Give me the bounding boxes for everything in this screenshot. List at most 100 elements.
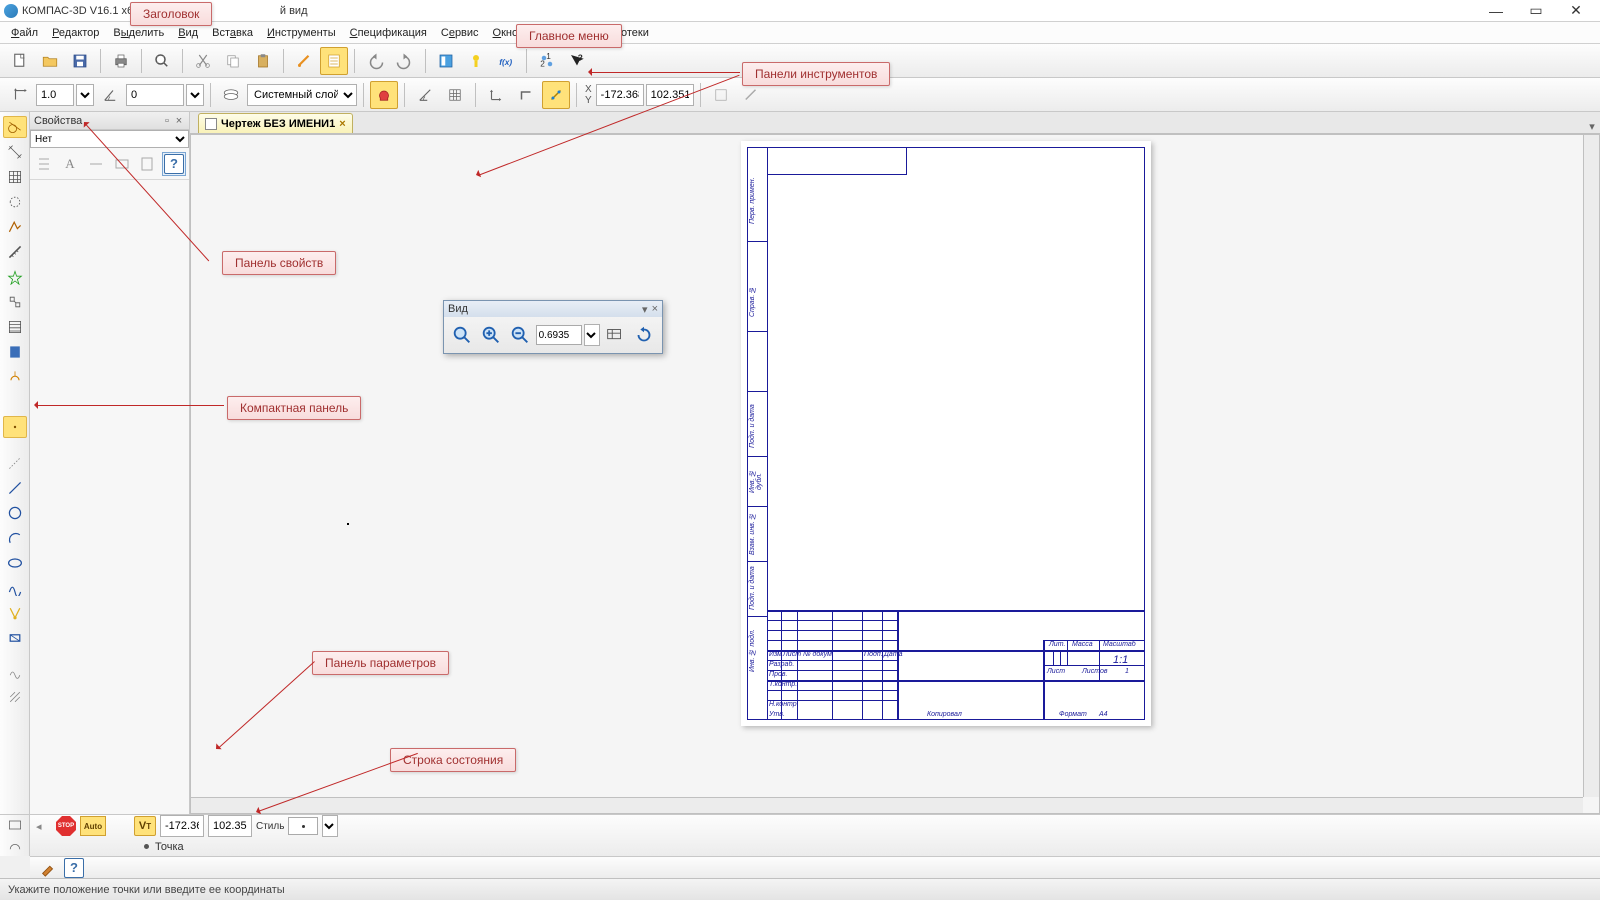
tab-close-icon[interactable]: × bbox=[339, 118, 345, 130]
new-button[interactable] bbox=[6, 47, 34, 75]
spline-tool[interactable] bbox=[3, 577, 27, 599]
angle-step-button[interactable] bbox=[96, 81, 124, 109]
cut-button[interactable] bbox=[189, 47, 217, 75]
minimize-button[interactable]: — bbox=[1476, 1, 1516, 21]
geometry-group[interactable] bbox=[3, 116, 27, 138]
view-panel-menu[interactable]: ▾ bbox=[642, 303, 648, 316]
zoom-out-button[interactable] bbox=[506, 321, 533, 349]
menu-spec[interactable]: Спецификация bbox=[343, 25, 434, 41]
style-select[interactable]: Нет bbox=[30, 130, 189, 148]
rect-tool[interactable] bbox=[3, 627, 27, 649]
fillet-tool[interactable] bbox=[3, 602, 27, 624]
filter4-button[interactable] bbox=[136, 152, 160, 176]
menu-view[interactable]: Вид bbox=[171, 25, 205, 41]
auto-button[interactable]: Auto bbox=[80, 816, 106, 836]
redraw-button[interactable] bbox=[631, 321, 658, 349]
angle-dropdown[interactable] bbox=[186, 84, 204, 106]
view-panel[interactable]: Вид ▾ × bbox=[443, 300, 663, 354]
insert-group[interactable] bbox=[3, 366, 27, 388]
collect-tool[interactable] bbox=[3, 661, 27, 683]
drawing-canvas[interactable]: Перв. примен. Справ. № Подп. и дата Инв.… bbox=[190, 134, 1600, 814]
angle-input[interactable] bbox=[126, 84, 184, 106]
tab-menu-button[interactable]: ▾ bbox=[1584, 120, 1600, 133]
spec-group[interactable] bbox=[3, 316, 27, 338]
view-panel-close[interactable]: × bbox=[652, 303, 658, 315]
document-tab[interactable]: Чертеж БЕЗ ИМЕНИ1 × bbox=[198, 113, 353, 133]
fx-button[interactable]: f(x) bbox=[492, 47, 520, 75]
report-button[interactable]: 12 bbox=[533, 47, 561, 75]
doc-props-button[interactable] bbox=[320, 47, 348, 75]
properties-close[interactable]: × bbox=[173, 115, 185, 127]
menu-file[interactable]: Файл bbox=[4, 25, 45, 41]
symbols-group[interactable] bbox=[3, 166, 27, 188]
bl-rect-tool[interactable] bbox=[3, 815, 27, 835]
close-button[interactable]: ✕ bbox=[1556, 1, 1596, 21]
zoom-in-button[interactable] bbox=[477, 321, 504, 349]
hatch-tool[interactable] bbox=[3, 686, 27, 708]
layer-select[interactable]: Системный слой (0) bbox=[247, 84, 357, 106]
line-tool[interactable] bbox=[3, 477, 27, 499]
copy-button[interactable] bbox=[219, 47, 247, 75]
stop-button[interactable]: STOP bbox=[56, 816, 76, 836]
redo-button[interactable] bbox=[391, 47, 419, 75]
undo-button[interactable] bbox=[361, 47, 389, 75]
style-dropdown[interactable] bbox=[322, 815, 338, 837]
dimensions-group[interactable] bbox=[3, 141, 27, 163]
reports-group[interactable] bbox=[3, 341, 27, 363]
select-group[interactable] bbox=[3, 266, 27, 288]
zoom-input[interactable] bbox=[536, 325, 582, 345]
text-button[interactable]: A bbox=[58, 152, 82, 176]
measure-group[interactable] bbox=[3, 241, 27, 263]
arc-tool[interactable] bbox=[3, 527, 27, 549]
help-button-2[interactable]: ? bbox=[64, 858, 84, 878]
menu-tools[interactable]: Инструменты bbox=[260, 25, 343, 41]
manager-button[interactable] bbox=[432, 47, 460, 75]
param-x-input[interactable] bbox=[160, 815, 204, 837]
circle-tool[interactable] bbox=[3, 502, 27, 524]
local-cs-button[interactable] bbox=[482, 81, 510, 109]
menu-insert[interactable]: Вставка bbox=[205, 25, 260, 41]
coord-x-input[interactable] bbox=[596, 84, 644, 106]
step-input[interactable] bbox=[36, 84, 74, 106]
maximize-button[interactable]: ▭ bbox=[1516, 1, 1556, 21]
menu-service[interactable]: Сервис bbox=[434, 25, 486, 41]
aux-line-tool[interactable] bbox=[3, 452, 27, 474]
param-prev[interactable]: ◂ bbox=[36, 820, 52, 833]
assoc-group[interactable] bbox=[3, 291, 27, 313]
snap-toggle[interactable] bbox=[370, 81, 398, 109]
ellipse-tool[interactable] bbox=[3, 552, 27, 574]
variables-button[interactable] bbox=[462, 47, 490, 75]
bl-arc-tool[interactable] bbox=[3, 837, 27, 857]
pin-icon[interactable]: ▫ bbox=[161, 115, 173, 127]
edit-group[interactable] bbox=[3, 191, 27, 213]
style-swatch[interactable] bbox=[288, 817, 318, 835]
zoom-dropdown[interactable] bbox=[584, 324, 600, 346]
snap-step-button[interactable] bbox=[6, 81, 34, 109]
coord-lock[interactable]: VT bbox=[134, 816, 156, 836]
help-button[interactable]: ? bbox=[162, 152, 186, 176]
params-group[interactable] bbox=[3, 216, 27, 238]
vertical-scrollbar[interactable] bbox=[1583, 135, 1599, 797]
round-button[interactable] bbox=[542, 81, 570, 109]
save-button[interactable] bbox=[66, 47, 94, 75]
point-tool[interactable] bbox=[3, 416, 27, 438]
filter2-button[interactable] bbox=[84, 152, 108, 176]
properties-button[interactable] bbox=[290, 47, 318, 75]
brush-button[interactable] bbox=[36, 858, 60, 878]
ortho-button[interactable] bbox=[411, 81, 439, 109]
zoom-window-button[interactable] bbox=[602, 321, 629, 349]
layer-icon[interactable] bbox=[217, 81, 245, 109]
param-y-input[interactable] bbox=[208, 815, 252, 837]
print-button[interactable] bbox=[107, 47, 135, 75]
open-button[interactable] bbox=[36, 47, 64, 75]
filter1-button[interactable] bbox=[32, 152, 56, 176]
menu-select[interactable]: Выделить bbox=[106, 25, 171, 41]
grid-button[interactable] bbox=[441, 81, 469, 109]
menu-edit[interactable]: Редактор bbox=[45, 25, 106, 41]
paste-button[interactable] bbox=[249, 47, 277, 75]
zoom-fit-button[interactable] bbox=[448, 321, 475, 349]
step-dropdown[interactable] bbox=[76, 84, 94, 106]
ortho-draw-button[interactable] bbox=[512, 81, 540, 109]
horizontal-scrollbar[interactable] bbox=[191, 797, 1583, 813]
preview-button[interactable] bbox=[148, 47, 176, 75]
